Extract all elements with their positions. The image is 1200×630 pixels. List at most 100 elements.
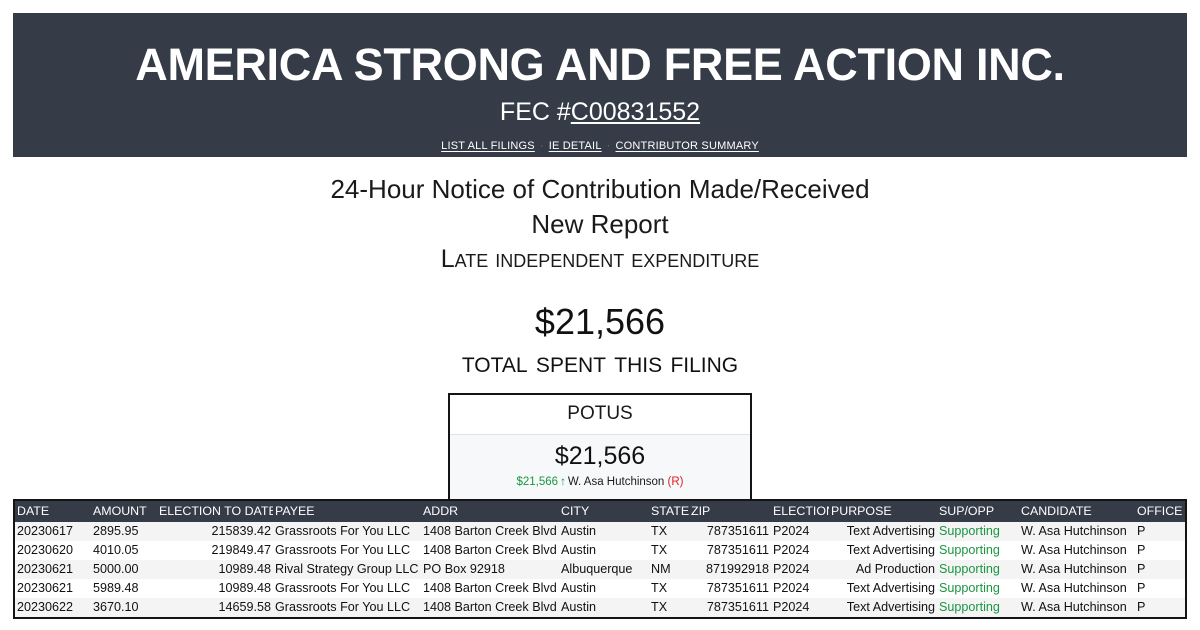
cell-date: 20230621 <box>17 581 74 595</box>
cell-office: P <box>1137 524 1146 538</box>
cell-city: Austin <box>561 581 597 595</box>
nav-ie-detail[interactable]: IE DETAIL <box>549 140 602 152</box>
col-header-election[interactable]: ELECTION <box>771 501 829 522</box>
cell-candidate: W. Asa Hutchinson <box>1021 562 1127 576</box>
table-row[interactable]: 20230620 4010.05 219849.47 Grassroots For Y… <box>15 541 1185 560</box>
fec-id-line: FEC #C00831552 <box>13 91 1187 127</box>
cell-amount: 3670.10 <box>93 600 139 614</box>
committee-name: AMERICA STRONG AND FREE ACTION INC. <box>135 39 1065 90</box>
race-card-amount: $21,566 <box>554 442 646 470</box>
nav-contributor-summary[interactable]: CONTRIBUTOR SUMMARY <box>616 140 759 152</box>
fec-id-link[interactable]: C00831552 <box>571 98 700 126</box>
col-header-city[interactable]: CITY <box>559 501 649 522</box>
col-header-payee[interactable]: PAYEE <box>273 501 421 522</box>
col-header-sup-opp[interactable]: SUP/OPP <box>937 501 1019 522</box>
fec-filing-page: AMERICA STRONG AND FREE ACTION INC. FEC … <box>0 0 1200 630</box>
cell-date: 20230617 <box>17 524 74 538</box>
col-header-office[interactable]: OFFICE <box>1135 501 1183 522</box>
sup-opp-badge: Supporting <box>939 581 1000 595</box>
cell-cand-state: IA <box>1183 560 1185 579</box>
cell-purpose: Text Advertising <box>846 600 935 614</box>
table-row[interactable]: 20230617 2895.95 215839.42 Grassroots For Y… <box>15 522 1185 541</box>
total-label: Total Spent This Filing <box>461 346 739 379</box>
cell-payee: Grassroots For You LLC <box>275 524 411 538</box>
cell-amount: 5989.48 <box>93 581 139 595</box>
cell-city: Austin <box>561 524 597 538</box>
cell-zip: 871992918 <box>705 562 769 576</box>
col-header-cand-state[interactable]: STATE <box>1183 501 1185 522</box>
cell-election: P2024 <box>773 581 810 595</box>
col-header-state[interactable]: STATE <box>649 501 689 522</box>
cell-election: P2024 <box>773 600 810 614</box>
support-arrow-up-icon: ↑ <box>560 476 566 488</box>
cell-election: P2024 <box>773 562 810 576</box>
sup-opp-badge: Supporting <box>939 600 1000 614</box>
cell-candidate: W. Asa Hutchinson <box>1021 543 1127 557</box>
cell-city: Austin <box>561 543 597 557</box>
cell-zip: 787351611 <box>706 600 769 614</box>
ie-table-body: 20230617 2895.95 215839.42 Grassroots For Y… <box>15 522 1185 617</box>
cell-addr: 1408 Barton Creek Blvd <box>423 524 557 538</box>
cell-purpose: Ad Production <box>855 562 935 576</box>
sup-opp-badge: Supporting <box>939 524 1000 538</box>
cell-sup-opp: Supporting <box>937 541 1019 560</box>
race-card-candidate-amount: $21,566 <box>516 476 559 488</box>
col-header-candidate[interactable]: CANDIDATE <box>1019 501 1135 522</box>
sup-opp-badge: Supporting <box>939 543 1000 557</box>
sup-opp-badge: Supporting <box>939 562 1000 576</box>
report-status: New Report <box>531 209 669 239</box>
cell-state: TX <box>651 524 668 538</box>
report-type: 24-Hour Notice of Contribution Made/Rece… <box>330 174 870 204</box>
cell-office: P <box>1137 543 1146 557</box>
cell-addr: 1408 Barton Creek Blvd <box>423 581 557 595</box>
cell-election-to-date: 219849.47 <box>211 543 271 557</box>
cell-purpose: Text Advertising <box>846 543 935 557</box>
cell-date: 20230622 <box>17 600 74 614</box>
cell-cand-state: IA <box>1183 579 1185 598</box>
cell-state: TX <box>651 543 668 557</box>
cell-payee: Grassroots For You LLC <box>275 581 411 595</box>
cell-payee: Grassroots For You LLC <box>275 600 411 614</box>
total-amount: $21,566 <box>534 301 666 342</box>
cell-office: P <box>1137 562 1146 576</box>
nav-list-all-filings[interactable]: LIST ALL FILINGS <box>441 140 535 152</box>
cell-zip: 787351611 <box>706 543 769 557</box>
col-header-amount[interactable]: AMOUNT <box>91 501 157 522</box>
race-card-candidate-name: W. Asa Hutchinson <box>567 476 665 488</box>
cell-payee: Grassroots For You LLC <box>275 543 411 557</box>
masthead: AMERICA STRONG AND FREE ACTION INC. FEC … <box>13 13 1187 157</box>
cell-election-to-date: 215839.42 <box>211 524 271 538</box>
nav-separator-2: · <box>606 140 611 152</box>
cell-election-to-date: 10989.48 <box>218 562 271 576</box>
cell-payee: Rival Strategy Group LLC <box>275 562 419 576</box>
cell-candidate: W. Asa Hutchinson <box>1021 524 1127 538</box>
cell-state: TX <box>651 581 668 595</box>
cell-date: 20230621 <box>17 562 74 576</box>
fec-id-prefix: FEC # <box>499 98 571 126</box>
table-row[interactable]: 20230622 3670.10 14659.58 Grassroots For Yo… <box>15 598 1185 617</box>
cell-zip: 787351611 <box>706 524 769 538</box>
cell-candidate: W. Asa Hutchinson <box>1021 600 1127 614</box>
col-header-date[interactable]: DATE <box>15 501 91 522</box>
cell-city: Austin <box>561 600 597 614</box>
cell-cand-state: IA <box>1183 541 1185 560</box>
masthead-nav: LIST ALL FILINGS · IE DETAIL · CONTRIBUTOR S… <box>13 127 1187 153</box>
cell-election: P2024 <box>773 543 810 557</box>
cell-state: TX <box>651 600 668 614</box>
cell-election-to-date: 10989.48 <box>218 581 271 595</box>
table-row[interactable]: 20230621 5000.00 10989.48 Rival Strategy Gr… <box>15 560 1185 579</box>
race-card-body: $21,566 $21,566 ↑ W. Asa Hutchinson (R) <box>450 435 750 500</box>
col-header-purpose[interactable]: PURPOSE <box>829 501 937 522</box>
cell-amount: 5000.00 <box>93 562 139 576</box>
cell-sup-opp: Supporting <box>937 522 1019 541</box>
col-header-election-to-date[interactable]: ELECTION TO DATE <box>157 501 273 522</box>
table-header-row: DATE AMOUNT ELECTION TO DATE PAYEE ADDR … <box>15 501 1185 522</box>
cell-amount: 4010.05 <box>93 543 139 557</box>
cell-sup-opp: Supporting <box>937 560 1019 579</box>
table-row[interactable]: 20230621 5989.48 10989.48 Grassroots For Yo… <box>15 579 1185 598</box>
col-header-zip[interactable]: ZIP <box>689 501 771 522</box>
cell-amount: 2895.95 <box>93 524 139 538</box>
cell-date: 20230620 <box>17 543 74 557</box>
cell-zip: 787351611 <box>706 581 769 595</box>
col-header-addr[interactable]: ADDR <box>421 501 559 522</box>
